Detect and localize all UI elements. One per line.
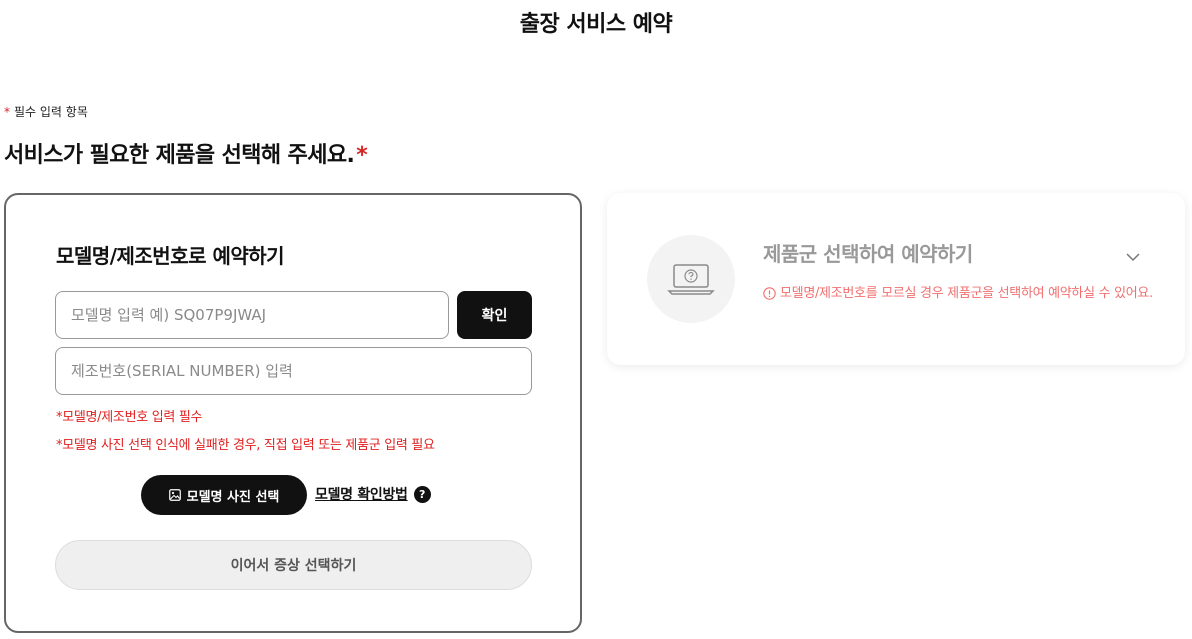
group-card-title: 제품군 선택하여 예약하기 (763, 242, 973, 266)
section-heading-star: * (356, 143, 368, 168)
laptop-question-icon (647, 235, 735, 323)
photo-select-label: 모델명 사진 선택 (186, 489, 280, 505)
model-card-title: 모델명/제조번호로 예약하기 (56, 244, 285, 268)
required-note-text: 필수 입력 항목 (14, 105, 88, 119)
page-title: 출장 서비스 예약 (519, 12, 673, 37)
image-icon (168, 489, 181, 501)
question-circle-icon[interactable]: ? (413, 485, 431, 503)
group-info-text: 모델명/제조번호를 모르실 경우 제품군을 선택하여 예약하실 수 있어요. (780, 286, 1153, 301)
section-heading: 서비스가 필요한 제품을 선택해 주세요.* (4, 137, 368, 169)
required-note: * 필수 입력 항목 (4, 103, 88, 120)
next-symptom-button[interactable]: 이어서 증상 선택하기 (55, 540, 532, 590)
photo-select-button[interactable]: 모델명 사진 선택 (141, 475, 307, 515)
model-howto-link[interactable]: 모델명 확인방법 (315, 484, 408, 504)
chevron-down-icon[interactable] (1125, 251, 1141, 263)
product-group-card[interactable]: 제품군 선택하여 예약하기 모델명/제조번호를 모르실 경우 제품군을 선택하여… (607, 193, 1185, 365)
warning-photo-fail-text: *모델명 사진 선택 인식에 실패한 경우, 직접 입력 또는 제품군 입력 필… (56, 438, 435, 453)
model-howto: 모델명 확인방법 ? (315, 484, 431, 504)
serial-number-input[interactable] (55, 347, 532, 395)
model-serial-card: 모델명/제조번호로 예약하기 확인 *모델명/제조번호 입력 필수 *모델명 사… (4, 193, 582, 633)
model-name-input[interactable] (55, 291, 449, 339)
confirm-button[interactable]: 확인 (457, 291, 532, 339)
info-circle-icon (763, 287, 776, 300)
warning-required-text: *모델명/제조번호 입력 필수 (56, 410, 203, 425)
section-heading-text: 서비스가 필요한 제품을 선택해 주세요. (4, 143, 355, 168)
required-star: * (4, 105, 10, 119)
group-info: 모델명/제조번호를 모르실 경우 제품군을 선택하여 예약하실 수 있어요. (763, 284, 1153, 304)
